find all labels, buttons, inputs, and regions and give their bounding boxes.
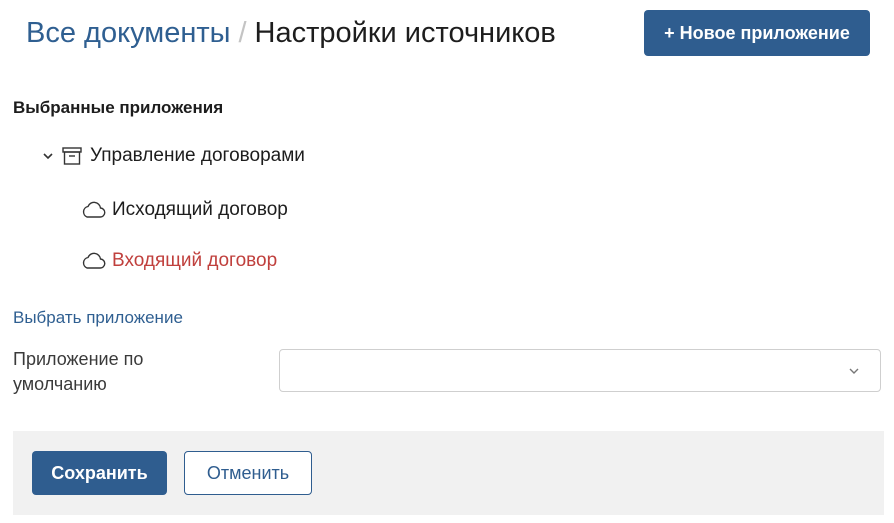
tree-item-incoming-contract[interactable]: Входящий договор — [80, 250, 277, 272]
new-app-button[interactable]: + Новое приложение — [644, 10, 870, 56]
page-title: Настройки источников — [254, 17, 556, 49]
default-app-label: Приложение по умолчанию — [13, 349, 144, 394]
archive-box-icon — [62, 147, 82, 165]
tree-group-label: Управление договорами — [90, 145, 305, 166]
chevron-down-icon — [849, 368, 859, 374]
selected-apps-title: Выбранные приложения — [13, 98, 224, 117]
form-footer: Сохранить Отменить — [13, 431, 884, 515]
breadcrumb: Все документы / Настройки источников — [26, 16, 556, 50]
breadcrumb-all-documents-link[interactable]: Все документы — [26, 17, 230, 49]
default-app-select[interactable] — [279, 349, 881, 392]
tree-item-label: Входящий договор — [112, 250, 278, 271]
tree-item-outgoing-contract[interactable]: Исходящий договор — [80, 199, 288, 221]
tree-item-label: Исходящий договор — [112, 199, 288, 220]
cancel-button[interactable]: Отменить — [184, 451, 312, 495]
chevron-down-icon[interactable] — [42, 150, 54, 162]
choose-app-link[interactable]: Выбрать приложение — [13, 308, 183, 328]
breadcrumb-separator: / — [238, 17, 247, 49]
page-header: Все документы / Настройки источников + Нов… — [26, 10, 870, 58]
save-button[interactable]: Сохранить — [32, 451, 167, 495]
cloud-icon — [82, 252, 106, 269]
cloud-icon — [82, 201, 106, 218]
tree-group-contract-management[interactable]: Управление договорами — [42, 145, 305, 167]
